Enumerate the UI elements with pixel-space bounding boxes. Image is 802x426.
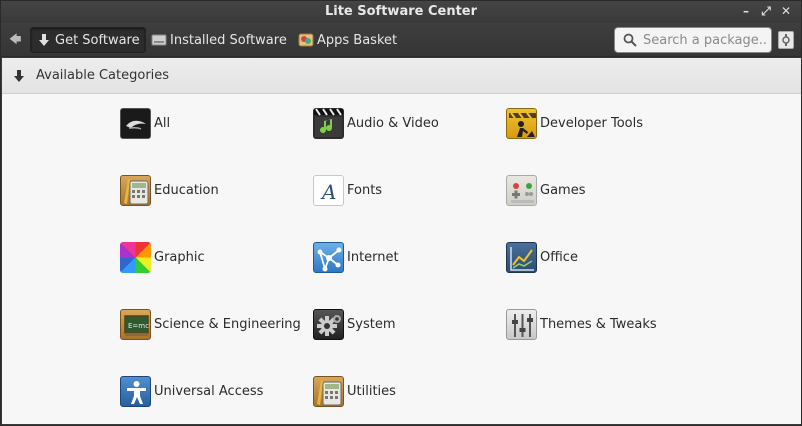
education-icon	[120, 174, 151, 206]
apps-basket-label: Apps Basket	[317, 32, 398, 48]
graphic-icon	[120, 241, 151, 273]
category-universal-access[interactable]: Universal Access	[120, 375, 263, 407]
installed-software-label: Installed Software	[170, 32, 287, 48]
science-engineering-icon: E=mc²	[120, 308, 151, 340]
basket-icon	[298, 32, 314, 48]
back-arrow-icon[interactable]: 🡄	[9, 32, 23, 46]
category-system[interactable]: System	[313, 308, 395, 340]
download-arrow-icon	[12, 69, 26, 83]
main-content: Available Categories All Audio & Video D…	[2, 58, 801, 424]
installed-software-tab[interactable]: Installed Software	[146, 27, 292, 53]
fonts-icon: A	[313, 174, 344, 206]
internet-icon	[313, 241, 344, 273]
all-icon	[120, 107, 151, 139]
category-science-engineering[interactable]: E=mc² Science & Engineering	[120, 308, 301, 340]
toolbar: 🡄 Get Software Installed Software Apps B…	[1, 23, 801, 57]
category-education[interactable]: Education	[120, 174, 219, 206]
category-graphic[interactable]: Graphic	[120, 241, 205, 273]
category-games[interactable]: Games	[506, 174, 585, 206]
search-box	[614, 27, 772, 53]
svg-text:A: A	[320, 180, 336, 204]
category-grid: All Audio & Video Developer Tools Educat…	[2, 94, 801, 424]
office-icon	[506, 241, 537, 273]
search-icon	[623, 33, 637, 47]
category-fonts[interactable]: A Fonts	[313, 174, 382, 206]
close-icon[interactable]: ✕	[779, 4, 793, 18]
universal-access-icon	[120, 375, 151, 407]
categories-header-label: Available Categories	[36, 68, 170, 83]
download-arrow-icon	[36, 32, 52, 48]
category-audio-video[interactable]: Audio & Video	[313, 107, 439, 139]
window-controls: – ⤢ ✕	[739, 4, 793, 18]
hard-drive-icon	[151, 32, 167, 48]
get-software-label: Get Software	[55, 32, 140, 48]
category-internet[interactable]: Internet	[313, 241, 399, 273]
get-software-tab[interactable]: Get Software	[30, 27, 146, 53]
maximize-icon[interactable]: ⤢	[759, 4, 773, 18]
utilities-icon	[313, 375, 344, 407]
audio-video-icon	[313, 107, 344, 139]
categories-header[interactable]: Available Categories	[2, 58, 801, 94]
preferences-icon[interactable]	[778, 31, 794, 49]
title-bar: Lite Software Center – ⤢ ✕	[1, 1, 801, 23]
search-input[interactable]	[643, 32, 767, 48]
games-icon	[506, 174, 537, 206]
category-utilities[interactable]: Utilities	[313, 375, 396, 407]
window-title: Lite Software Center	[324, 4, 478, 19]
developer-tools-icon	[506, 107, 537, 139]
category-office[interactable]: Office	[506, 241, 578, 273]
category-all[interactable]: All	[120, 107, 170, 139]
minimize-icon[interactable]: –	[739, 4, 753, 18]
system-icon	[313, 308, 344, 340]
svg-text:E=mc²: E=mc²	[128, 322, 151, 330]
category-developer-tools[interactable]: Developer Tools	[506, 107, 643, 139]
themes-tweaks-icon	[506, 308, 537, 340]
apps-basket-tab[interactable]: Apps Basket	[293, 27, 402, 53]
category-themes-tweaks[interactable]: Themes & Tweaks	[506, 308, 657, 340]
app-window: Lite Software Center – ⤢ ✕ 🡄 Get Softwar…	[0, 0, 802, 426]
